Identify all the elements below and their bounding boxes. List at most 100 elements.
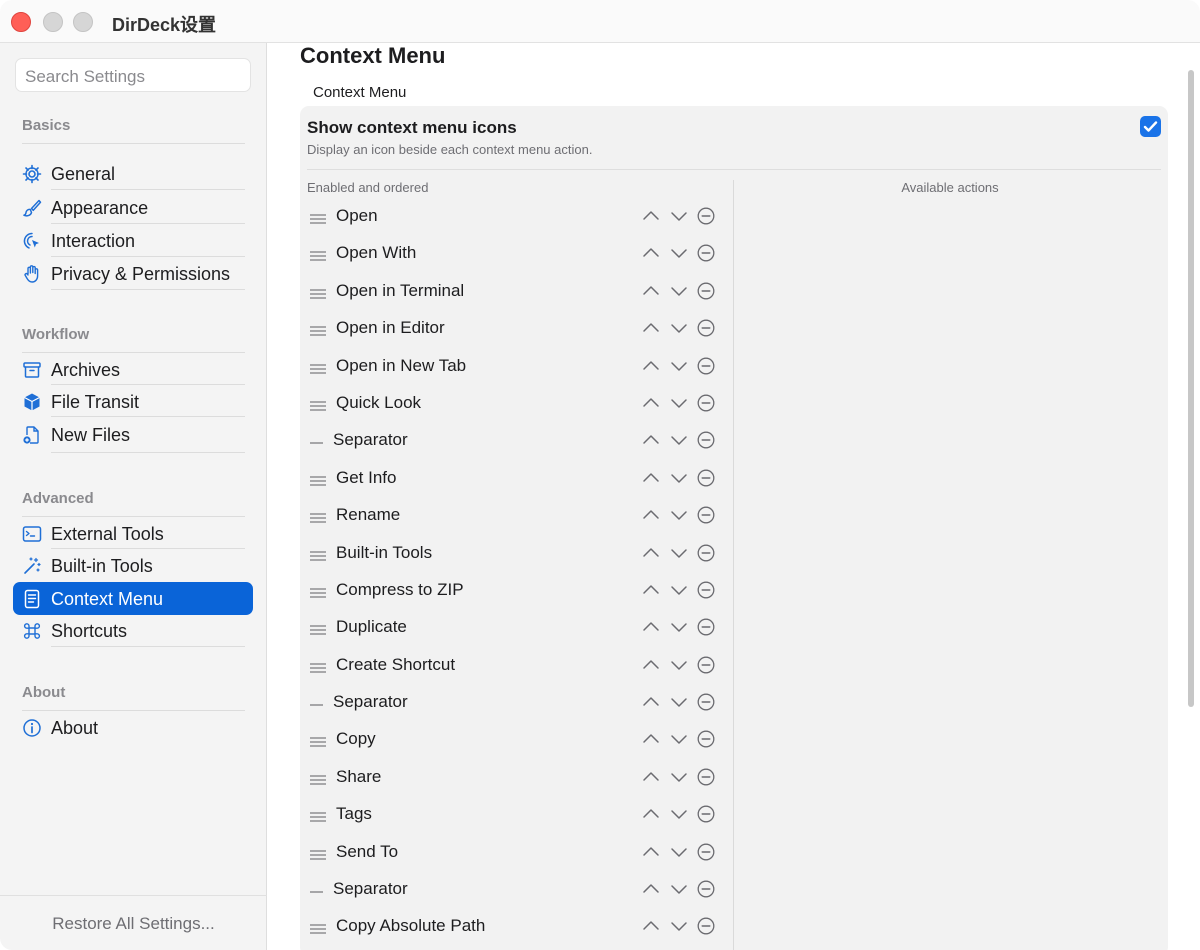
move-up-button[interactable] <box>642 880 660 898</box>
sidebar-item-context-menu[interactable]: Context Menu <box>13 582 253 615</box>
move-down-button[interactable] <box>670 880 688 898</box>
move-down-button[interactable] <box>670 207 688 225</box>
move-up-button[interactable] <box>642 431 660 449</box>
sidebar-item-new-files[interactable]: New Files <box>13 418 253 451</box>
move-up-button[interactable] <box>642 544 660 562</box>
sidebar-item-privacy[interactable]: Privacy & Permissions <box>13 257 253 290</box>
move-down-button[interactable] <box>670 469 688 487</box>
move-down-button[interactable] <box>670 319 688 337</box>
drag-handle-icon[interactable] <box>309 248 327 262</box>
move-down-button[interactable] <box>670 656 688 674</box>
list-item[interactable]: Compress to ZIP <box>300 572 730 609</box>
move-up-button[interactable] <box>642 282 660 300</box>
drag-handle-icon[interactable] <box>309 286 327 299</box>
move-up-button[interactable] <box>642 693 660 711</box>
sidebar-item-archives[interactable]: Archives <box>13 353 253 386</box>
move-down-button[interactable] <box>670 581 688 599</box>
drag-handle-icon[interactable] <box>309 398 327 411</box>
remove-button[interactable] <box>697 207 715 225</box>
drag-handle-icon[interactable] <box>309 510 327 523</box>
remove-button[interactable] <box>697 693 715 711</box>
list-item[interactable]: Share <box>300 759 730 796</box>
drag-handle-icon[interactable] <box>309 847 327 860</box>
restore-all-settings-button[interactable]: Restore All Settings... <box>0 914 267 934</box>
move-down-button[interactable] <box>670 282 688 300</box>
list-item[interactable]: Get Info <box>300 460 730 497</box>
remove-button[interactable] <box>697 880 715 898</box>
list-item[interactable]: Copy Absolute Path <box>300 908 730 945</box>
list-item[interactable]: Open in Terminal <box>300 273 730 310</box>
drag-handle-icon[interactable] <box>309 660 327 673</box>
move-up-button[interactable] <box>642 319 660 337</box>
move-down-button[interactable] <box>670 917 688 935</box>
remove-button[interactable] <box>697 357 715 375</box>
list-item[interactable]: Duplicate <box>300 609 730 646</box>
remove-button[interactable] <box>697 469 715 487</box>
remove-button[interactable] <box>697 282 715 300</box>
sidebar-item-external-tools[interactable]: External Tools <box>13 517 253 550</box>
remove-button[interactable] <box>697 319 715 337</box>
sidebar-item-interaction[interactable]: Interaction <box>13 224 253 257</box>
show-icons-checkbox[interactable] <box>1140 116 1161 137</box>
close-window-button[interactable] <box>11 12 31 32</box>
remove-button[interactable] <box>697 394 715 412</box>
remove-button[interactable] <box>697 581 715 599</box>
list-item[interactable]: Create Shortcut <box>300 647 730 684</box>
list-item[interactable]: Rename <box>300 497 730 534</box>
remove-button[interactable] <box>697 730 715 748</box>
drag-handle-icon[interactable] <box>309 772 327 785</box>
move-down-button[interactable] <box>670 357 688 375</box>
drag-handle-icon[interactable] <box>309 361 327 374</box>
move-up-button[interactable] <box>642 244 660 262</box>
move-up-button[interactable] <box>642 917 660 935</box>
remove-button[interactable] <box>697 768 715 786</box>
remove-button[interactable] <box>697 805 715 823</box>
move-down-button[interactable] <box>670 693 688 711</box>
move-down-button[interactable] <box>670 394 688 412</box>
drag-handle-icon[interactable] <box>309 622 327 635</box>
move-up-button[interactable] <box>642 656 660 674</box>
move-up-button[interactable] <box>642 506 660 524</box>
list-item[interactable]: Quick Look <box>300 385 730 422</box>
list-item[interactable]: Open in Editor <box>300 310 730 347</box>
search-input[interactable]: Search Settings <box>15 58 251 92</box>
remove-button[interactable] <box>697 244 715 262</box>
list-item[interactable]: Separator <box>300 684 730 721</box>
move-down-button[interactable] <box>670 618 688 636</box>
remove-button[interactable] <box>697 506 715 524</box>
remove-button[interactable] <box>697 544 715 562</box>
move-down-button[interactable] <box>670 431 688 449</box>
vertical-scrollbar[interactable] <box>1188 70 1194 707</box>
remove-button[interactable] <box>697 431 715 449</box>
move-down-button[interactable] <box>670 544 688 562</box>
drag-handle-icon[interactable] <box>309 734 327 748</box>
drag-handle-icon[interactable] <box>309 548 327 561</box>
sidebar-item-about[interactable]: About <box>13 711 253 744</box>
move-up-button[interactable] <box>642 207 660 225</box>
remove-button[interactable] <box>697 843 715 861</box>
sidebar-item-builtin-tools[interactable]: Built-in Tools <box>13 549 253 582</box>
list-item[interactable]: Open With <box>300 235 730 272</box>
drag-handle-icon[interactable] <box>309 211 327 224</box>
sidebar-item-appearance[interactable]: Appearance <box>13 191 253 224</box>
list-item[interactable]: Built-in Tools <box>300 535 730 572</box>
move-up-button[interactable] <box>642 581 660 599</box>
sidebar-item-general[interactable]: General <box>13 157 253 190</box>
drag-handle-icon[interactable] <box>309 809 327 822</box>
move-down-button[interactable] <box>670 805 688 823</box>
move-down-button[interactable] <box>670 244 688 262</box>
zoom-window-button[interactable] <box>73 12 93 32</box>
remove-button[interactable] <box>697 618 715 636</box>
drag-handle-icon[interactable] <box>309 473 327 486</box>
move-down-button[interactable] <box>670 768 688 786</box>
move-down-button[interactable] <box>670 843 688 861</box>
list-item[interactable]: Open in New Tab <box>300 348 730 385</box>
move-up-button[interactable] <box>642 730 660 748</box>
move-up-button[interactable] <box>642 394 660 412</box>
list-item[interactable]: Separator <box>300 422 730 459</box>
remove-button[interactable] <box>697 656 715 674</box>
move-down-button[interactable] <box>670 506 688 524</box>
list-item[interactable]: Send To <box>300 834 730 871</box>
move-down-button[interactable] <box>670 730 688 748</box>
list-item[interactable]: Open <box>300 198 730 235</box>
